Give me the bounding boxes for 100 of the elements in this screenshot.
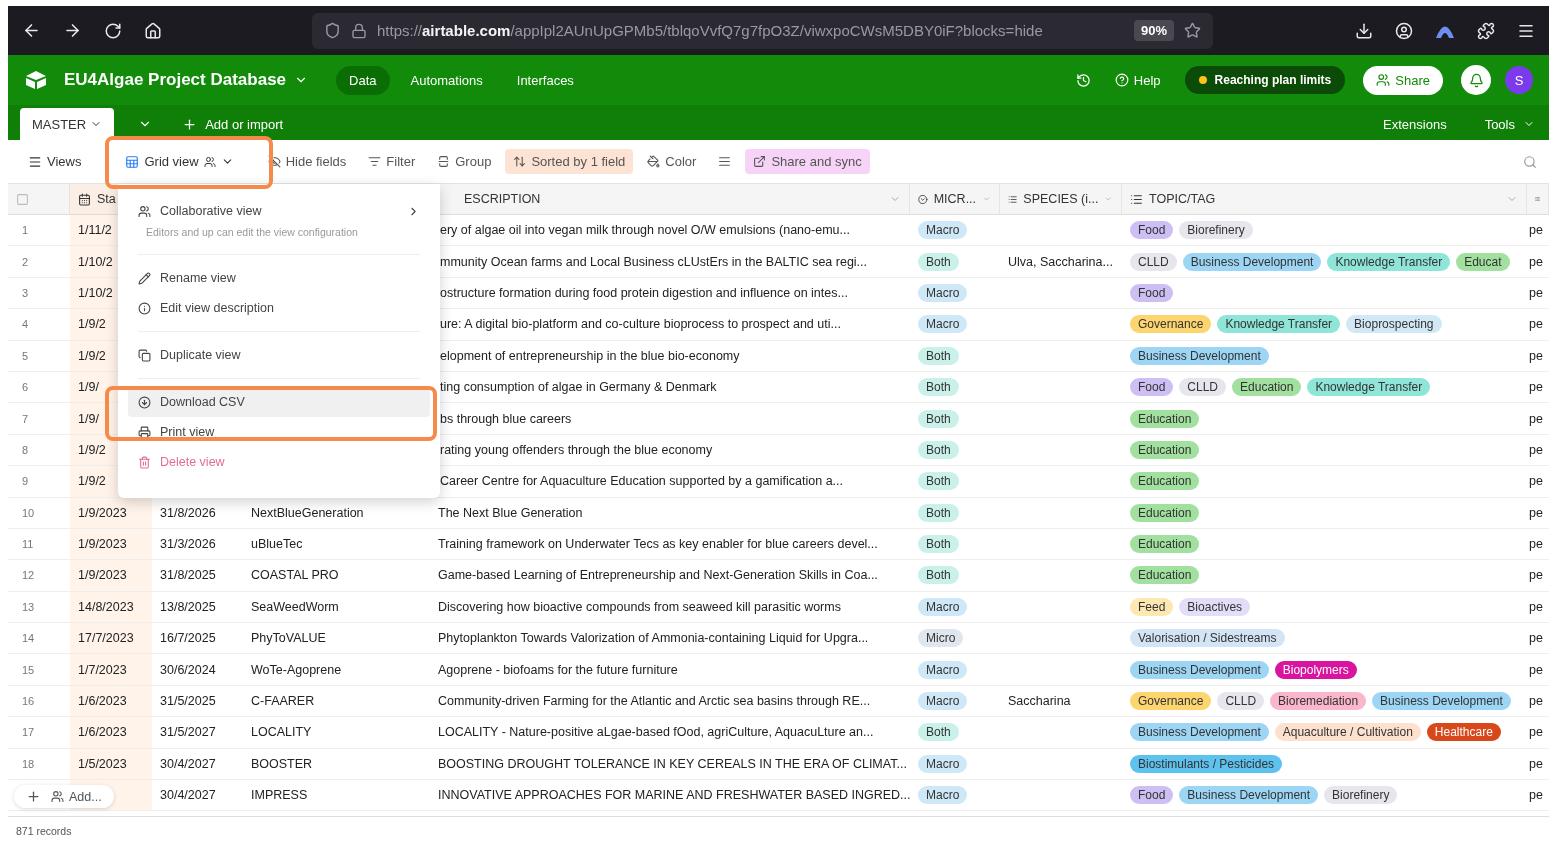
views-button[interactable]: Views	[20, 149, 90, 174]
tag: Biostimulants / Pesticides	[1130, 754, 1283, 773]
table-cell: pe	[1529, 380, 1543, 395]
row-number: 10	[21, 506, 35, 519]
table-cell: INNOVATIVE APPROACHES FOR MARINE AND FRESHWATER BASED INGRED...	[438, 788, 910, 803]
add-with-options-button[interactable]: Add...	[51, 789, 102, 804]
filter-icon	[368, 155, 382, 168]
row-number: 2	[21, 255, 29, 268]
table-cell: SeaWeedWorm	[251, 599, 339, 614]
users-icon	[51, 790, 64, 803]
nav-tab[interactable]: Automations	[397, 65, 496, 95]
toolbar-button[interactable]: Group	[429, 149, 500, 174]
table-cell: Saccharina	[1008, 694, 1071, 709]
table-cell: pe	[1529, 223, 1543, 238]
tag: Macro	[918, 283, 968, 302]
status-dot	[1198, 76, 1207, 84]
plan-limits-badge[interactable]: Reaching plan limits	[1184, 66, 1346, 94]
sort-icon	[513, 155, 527, 168]
user-avatar[interactable]: S	[1505, 66, 1533, 94]
zoom-level[interactable]: 90%	[1133, 20, 1174, 41]
table-cell: COASTAL PRO	[251, 568, 339, 583]
table-cell: 30/6/2024	[160, 662, 216, 677]
add-record-button[interactable]	[26, 789, 41, 804]
base-title[interactable]: EU4Algae Project Database	[64, 70, 287, 90]
toolbar-button[interactable]: Sorted by 1 field	[505, 149, 634, 174]
add-import-button[interactable]: Add or import	[176, 108, 290, 140]
tag: Business Development	[1130, 660, 1269, 679]
back-icon	[22, 21, 41, 40]
table-tab[interactable]: MASTER	[20, 108, 115, 140]
cube-logo-icon	[24, 70, 48, 90]
row-number: 4	[21, 318, 29, 331]
tag: Food	[1130, 378, 1174, 397]
lock-icon	[351, 22, 367, 39]
tag: Business Development	[1182, 252, 1322, 271]
table-cell: Career Centre for Aquaculture Education supported by a gamification a...	[440, 474, 843, 489]
table-cell: 31/3/2026	[160, 537, 216, 552]
tag: Education	[1130, 472, 1200, 491]
puzzle-icon	[1477, 21, 1495, 40]
table-cell: 13/8/2025	[160, 599, 216, 614]
toolbar-button[interactable]: Share and sync	[745, 149, 870, 174]
column-header[interactable]: SPECIES (i...	[1000, 184, 1122, 215]
tag: Education	[1130, 440, 1200, 459]
record-count: 871 records	[16, 825, 72, 837]
column-header[interactable]: TOPIC/TAG	[1122, 184, 1527, 215]
tag: Business Development	[1179, 786, 1319, 805]
tag: Food	[1130, 221, 1174, 240]
toolbar-button[interactable]: Hide fields	[259, 149, 355, 174]
table-cell: NextBlueGeneration	[251, 505, 364, 520]
tab-bar-link[interactable]: Tools	[1478, 108, 1541, 140]
table-cell: pe	[1529, 788, 1543, 803]
table-cell: pe	[1529, 568, 1543, 583]
row-number: 12	[21, 569, 35, 582]
table-cell: pe	[1529, 442, 1543, 457]
column-header[interactable]: MICR...	[910, 184, 1000, 215]
table-cell: pe	[1529, 662, 1543, 677]
tag: Valorisation / Sidestreams	[1130, 629, 1285, 648]
table-cell: 1/9/2023	[70, 560, 152, 592]
table-cell: BOOSTER	[251, 756, 313, 771]
table-cell: Community-driven Farming for the Atlantic and Arctic sea basins through RE...	[438, 694, 871, 709]
notifications-button[interactable]	[1461, 65, 1491, 95]
nav-tab[interactable]: Interfaces	[503, 65, 587, 95]
tag: Both	[918, 346, 959, 365]
tag: Both	[918, 503, 959, 522]
tag: CLLD	[1217, 692, 1265, 711]
row-number: 11	[21, 538, 34, 551]
trash-icon	[138, 455, 151, 469]
address-bar[interactable]: https://airtable.com/appIpl2AUnUpGPMb5/tblqoVvfQ7g7fpO3Z/viwxpoCWsM5DBY0iF?blocks=hide 90%	[312, 12, 1213, 49]
tag: Both	[918, 440, 959, 459]
tag: CLLD	[1179, 378, 1227, 397]
share-button[interactable]: Share	[1363, 65, 1443, 95]
toolbar-button[interactable]: Filter	[360, 149, 424, 174]
row-number: 17	[21, 726, 35, 739]
tag: Macro	[918, 221, 968, 240]
tab-bar-link[interactable]: Extensions	[1377, 108, 1453, 140]
table-cell: 14/8/2023	[70, 591, 152, 624]
tag: Education	[1130, 566, 1200, 585]
users-icon	[203, 155, 216, 168]
download-icon	[1355, 21, 1373, 40]
nav-tab[interactable]: Data	[336, 65, 390, 95]
plus-icon	[182, 116, 198, 132]
tag: Business Development	[1130, 723, 1269, 742]
tag: Education	[1130, 503, 1200, 522]
bell-icon	[1468, 72, 1484, 88]
tag: Bioprospecting	[1346, 315, 1442, 334]
table-cell: 1/6/2023	[70, 685, 152, 718]
tag: Both	[918, 378, 959, 397]
tag: Bioactives	[1179, 597, 1251, 616]
table-cell: pe	[1529, 725, 1543, 740]
help-button[interactable]: Help	[1106, 67, 1169, 93]
shield-icon	[324, 22, 341, 39]
users-icon	[1376, 73, 1391, 87]
table-cell: Discovering how bioactive compounds from seaweed kill parasitic worms	[438, 599, 841, 614]
table-cell: ostructure formation during food protein digestion and influence on intes...	[440, 285, 848, 300]
view-switcher[interactable]: Grid view	[117, 149, 242, 174]
table-cell: 1/7/2023	[70, 654, 152, 686]
toolbar-button[interactable]: Color	[639, 149, 705, 174]
table-cell: IMPRESS	[251, 788, 308, 803]
reload-icon	[104, 21, 122, 40]
table-cell: 1/9/2023	[70, 528, 152, 561]
tag: Both	[918, 472, 959, 491]
